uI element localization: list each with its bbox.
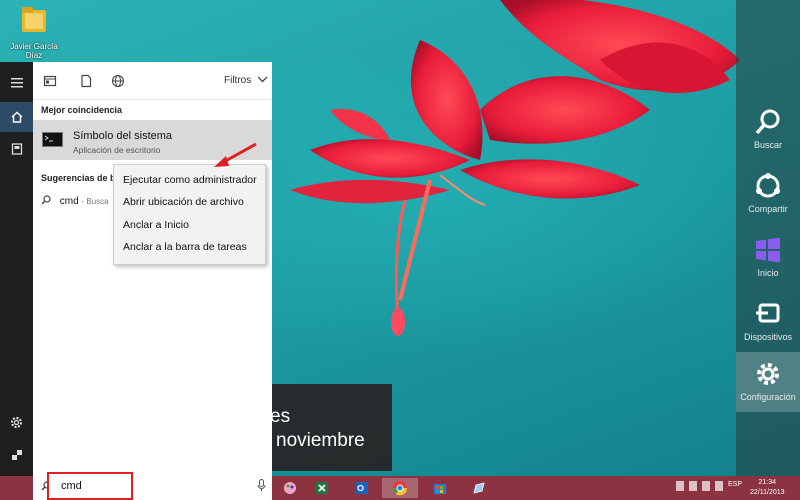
- notebook-icon: [11, 143, 22, 155]
- pin-to-start-menu-item[interactable]: Anclar a Inicio: [123, 219, 189, 231]
- desktop-icon-user-folder[interactable]: Javier García Díaz: [2, 4, 66, 60]
- devices-icon: [756, 303, 780, 323]
- outlook-app-icon: [356, 482, 368, 494]
- suggestion-hint: - Busca: [81, 197, 109, 206]
- best-match-subtitle: Aplicación de escritorio: [73, 145, 161, 155]
- documents-filter-icon[interactable]: [79, 74, 93, 88]
- folder-icon: [22, 7, 46, 32]
- suggestion-text: cmd: [59, 196, 79, 207]
- taskbar-app-excel[interactable]: [307, 478, 337, 498]
- suggestions-header: Sugerencias de b: [41, 173, 116, 183]
- tray-network-icon[interactable]: [689, 481, 697, 491]
- best-match-title: Símbolo del sistema: [73, 130, 173, 142]
- hamburger-menu-button[interactable]: [0, 68, 33, 98]
- pin-to-taskbar-menu-item[interactable]: Anclar a la barra de tareas: [123, 241, 247, 253]
- start-menu-rail: [0, 62, 33, 476]
- rail-home-button[interactable]: [0, 102, 33, 132]
- search-input[interactable]: [47, 472, 133, 500]
- charm-start-label: Inicio: [757, 268, 779, 278]
- command-prompt-icon: [42, 132, 63, 147]
- clock-time: 21:34: [758, 479, 777, 486]
- charm-share[interactable]: Compartir: [736, 172, 800, 228]
- charm-devices-label: Dispositivos: [743, 332, 792, 342]
- clock-date: 22/11/2013: [750, 489, 785, 496]
- search-icon: [755, 109, 780, 135]
- flower-image: [290, 0, 740, 336]
- microphone-icon[interactable]: [257, 479, 266, 492]
- windows-logo-icon: [756, 237, 780, 263]
- notes-app-icon: [473, 482, 485, 494]
- system-tray: ESP: [676, 481, 742, 491]
- filters-label: Filtros: [224, 75, 252, 86]
- feedback-icon: [11, 450, 22, 460]
- charm-share-label: Compartir: [748, 204, 788, 214]
- taskbar-app-store[interactable]: [425, 478, 455, 498]
- paint-app-icon: [284, 482, 296, 494]
- annotation-arrow: [214, 142, 257, 167]
- filter-toolbar: Filtros: [33, 62, 272, 100]
- charms-bar: Buscar Compartir Inicio Dispositivos Con…: [736, 0, 800, 476]
- home-icon: [11, 111, 22, 123]
- run-as-admin-menu-item[interactable]: Ejecutar como administrador: [123, 174, 257, 186]
- hamburger-icon: [10, 78, 23, 88]
- taskbar-app-chrome[interactable]: [382, 478, 418, 498]
- tray-chevron-icon[interactable]: [676, 481, 684, 491]
- date-line-2: noviembre: [276, 430, 365, 451]
- rail-notebook-button[interactable]: [0, 134, 33, 164]
- charm-search-label: Buscar: [753, 140, 782, 150]
- suggestion-item[interactable]: cmd - Busca: [41, 195, 109, 207]
- charm-settings[interactable]: Configuración: [736, 352, 800, 412]
- tray-volume-icon[interactable]: [715, 481, 723, 491]
- tray-language[interactable]: ESP: [728, 481, 742, 491]
- context-menu: Ejecutar como administrador Abrir ubicac…: [113, 164, 266, 265]
- excel-app-icon: [316, 482, 328, 494]
- gear-icon: [757, 363, 779, 385]
- charm-start[interactable]: Inicio: [736, 236, 800, 292]
- search-box-area: [33, 472, 272, 500]
- web-filter-icon[interactable]: [111, 74, 125, 88]
- taskbar-app-outlook[interactable]: [347, 478, 377, 498]
- chevron-down-icon: [257, 76, 268, 83]
- charm-search[interactable]: Buscar: [736, 108, 800, 164]
- date-line-1: es: [270, 406, 291, 427]
- taskbar-app-notes[interactable]: [464, 478, 494, 498]
- share-icon: [756, 173, 780, 198]
- tray-battery-icon[interactable]: [702, 481, 710, 491]
- gear-icon: [10, 416, 23, 428]
- rail-feedback-button[interactable]: [0, 440, 33, 470]
- search-icon: [41, 195, 51, 205]
- best-match-header: Mejor coincidencia: [41, 105, 123, 115]
- charm-devices[interactable]: Dispositivos: [736, 300, 800, 356]
- apps-filter-icon[interactable]: [43, 74, 57, 88]
- chrome-app-icon: [392, 481, 408, 496]
- taskbar-clock[interactable]: 21:34 22/11/2013: [750, 478, 785, 498]
- start-menu-panel: Filtros Mejor coincidencia Símbolo del s…: [33, 62, 272, 476]
- charm-settings-label: Configuración: [740, 392, 796, 402]
- rail-settings-button[interactable]: [0, 407, 33, 437]
- store-app-icon: [434, 484, 446, 494]
- filters-dropdown[interactable]: Filtros: [224, 75, 268, 86]
- taskbar-app-paint[interactable]: [275, 478, 305, 498]
- desktop-icon-label: Javier García Díaz: [10, 42, 58, 60]
- open-file-location-menu-item[interactable]: Abrir ubicación de archivo: [123, 196, 244, 208]
